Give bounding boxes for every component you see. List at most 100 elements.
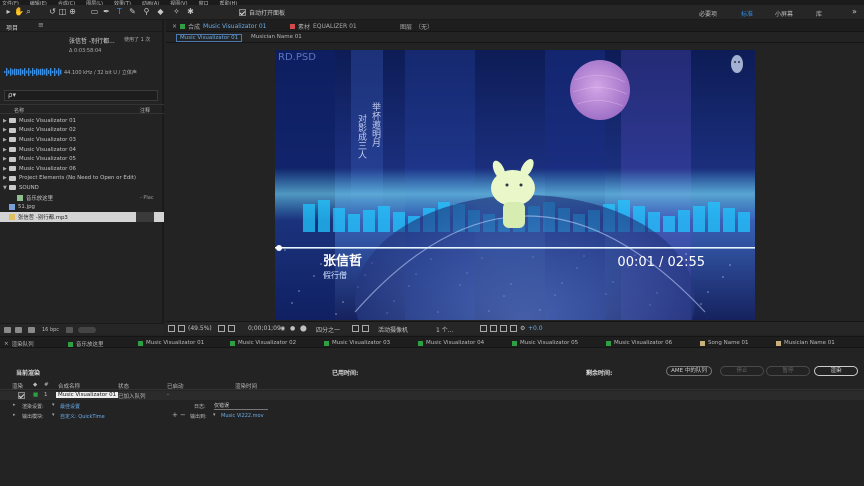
fast-previews-icon[interactable] xyxy=(490,325,497,332)
toggle-grid-icon[interactable] xyxy=(362,325,369,332)
clone-stamp-tool-icon[interactable]: ⚲ xyxy=(142,7,151,17)
col-status[interactable]: 状态 xyxy=(118,382,129,390)
project-search-input[interactable]: ρ▾ xyxy=(4,90,158,101)
project-item[interactable]: ▶ Music Visualizator 03 xyxy=(0,135,164,145)
ame-queue-button[interactable]: AME 中的队列 xyxy=(666,366,712,376)
rectangle-tool-icon[interactable]: ▭ xyxy=(90,7,99,17)
col-render[interactable]: 渲染 xyxy=(12,382,23,390)
panel-menu-icon[interactable]: ≡ xyxy=(38,21,44,29)
delete-icon[interactable] xyxy=(66,327,73,333)
composition-viewer[interactable]: 举杯邀明月 对影成三人 RD.PSD 张信哲 假行僧 00:01 / 02:55 xyxy=(275,50,755,320)
hand-tool-icon[interactable]: ✋ xyxy=(14,7,24,17)
camera-view-dropdown[interactable]: 活动摄像机 xyxy=(378,325,408,334)
project-item[interactable]: ▶ Music Visualizator 06 xyxy=(0,164,164,174)
render-item-label-color[interactable]: ■ xyxy=(33,392,38,398)
puppet-tool-icon[interactable]: ✱ xyxy=(186,7,195,17)
render-settings-value[interactable]: 最佳设置 xyxy=(60,403,80,410)
brush-tool-icon[interactable]: ✎ xyxy=(128,7,137,17)
view-layout-dropdown[interactable]: 1 个... xyxy=(436,325,453,334)
column-name-header[interactable]: 名称 xyxy=(14,107,24,114)
zoom-level[interactable]: (49.5%) xyxy=(188,325,212,332)
column-note-header[interactable]: 注释 xyxy=(140,107,150,114)
col-render-time[interactable]: 渲染时间 xyxy=(235,382,257,390)
render-button[interactable]: 渲染 xyxy=(814,366,858,376)
render-queue-item[interactable]: ■ 1 Music Visualizator 01 已加入队列 - xyxy=(0,391,864,400)
zoom-tool-icon[interactable]: ⌕ xyxy=(24,7,33,17)
col-index[interactable]: # xyxy=(44,382,49,388)
magnification-icon[interactable] xyxy=(178,325,185,332)
pan-behind-tool-icon[interactable]: ⊕ xyxy=(68,7,77,17)
render-tab-4[interactable]: Music Visualizator 03 xyxy=(324,340,390,346)
thumbnail-size-slider[interactable] xyxy=(78,327,96,333)
new-composition-icon[interactable] xyxy=(28,327,35,333)
current-timecode[interactable]: 0;00;01;09 xyxy=(248,325,281,332)
roto-brush-tool-icon[interactable]: ✧ xyxy=(172,7,181,17)
interpret-footage-icon[interactable] xyxy=(4,327,11,333)
toggle-pixel-aspect-icon[interactable] xyxy=(480,325,487,332)
resolution-dropdown[interactable]: 四分之一 xyxy=(316,325,340,334)
selection-tool-icon[interactable]: ▸ xyxy=(4,7,13,17)
project-item[interactable]: ▶ Project Elements (No Need to Open or Ed… xyxy=(0,174,164,184)
auto-open-panels-toggle[interactable]: 自动打开面板 xyxy=(239,8,285,17)
stop-button[interactable]: 停止 xyxy=(720,366,764,376)
project-item[interactable]: ▶ Music Visualizator 05 xyxy=(0,154,164,164)
render-item-checkbox[interactable] xyxy=(18,392,25,399)
workspace-small-screen[interactable]: 小屏幕 xyxy=(775,9,793,18)
project-item[interactable]: 张信哲 -别行都.mp3 xyxy=(0,211,164,222)
type-tool-icon[interactable]: T xyxy=(115,7,124,17)
pen-tool-icon[interactable]: ✒ xyxy=(102,7,111,17)
project-item[interactable]: ▶ Music Visualizator 01 xyxy=(0,116,164,126)
project-item[interactable]: ▶ Music Visualizator 04 xyxy=(0,145,164,155)
bit-depth-button[interactable]: 16 bpc xyxy=(42,327,59,333)
workspace-standard[interactable]: 标准 xyxy=(741,9,753,18)
workspace-essentials[interactable]: 必要项 xyxy=(699,9,717,18)
output-module-dropdown-icon[interactable]: ▾ xyxy=(52,412,55,418)
reset-exposure-icon[interactable]: ⚙ xyxy=(520,325,525,332)
transparency-grid-icon[interactable] xyxy=(218,325,225,332)
auto-open-checkbox[interactable] xyxy=(239,9,246,16)
viewer-tab-2[interactable]: 图层 （无） xyxy=(400,22,433,31)
subtab-music-visualizator-01[interactable]: Music Visualizator 01 xyxy=(176,34,243,42)
always-preview-icon[interactable] xyxy=(168,325,175,332)
render-settings-dropdown-icon[interactable]: ▾ xyxy=(52,402,55,408)
output-to-dropdown-icon[interactable]: ▾ xyxy=(213,412,216,418)
render-tab-1[interactable]: 音乐放这里 xyxy=(68,340,104,348)
color-channel-icon[interactable]: ⬤ xyxy=(300,325,307,332)
project-item[interactable]: ▼ SOUND xyxy=(0,183,164,193)
render-tab-0[interactable]: × 渲染队列 xyxy=(4,340,34,348)
close-tab-icon[interactable]: × xyxy=(172,23,177,30)
render-tab-5[interactable]: Music Visualizator 04 xyxy=(418,340,484,346)
render-settings-expander-icon[interactable]: ▸ xyxy=(13,402,16,408)
rotate-tool-icon[interactable]: ↺ xyxy=(48,7,57,17)
snapshot-icon[interactable]: ◉ xyxy=(280,325,285,332)
flowchart-icon[interactable] xyxy=(510,325,517,332)
add-output-module-icon[interactable]: + xyxy=(172,411,178,419)
render-tab-6[interactable]: Music Visualizator 05 xyxy=(512,340,578,346)
show-channel-icon[interactable]: ● xyxy=(290,325,295,332)
region-of-interest-icon[interactable] xyxy=(352,325,359,332)
col-label-icon[interactable]: ◆ xyxy=(33,382,37,388)
workspace-more-icon[interactable]: » xyxy=(850,7,859,17)
project-item[interactable]: ▶ Music Visualizator 02 xyxy=(0,126,164,136)
subtab-musician-name-01[interactable]: Musician Name 01 xyxy=(248,34,305,40)
viewer-tab-0[interactable]: × 合成 Music Visualizator 01 xyxy=(172,22,266,31)
render-tab-7[interactable]: Music Visualizator 06 xyxy=(606,340,672,346)
pause-button[interactable]: 暂停 xyxy=(766,366,810,376)
mask-visibility-icon[interactable] xyxy=(228,325,235,332)
new-folder-icon[interactable] xyxy=(15,327,22,333)
exposure-value[interactable]: +0.0 xyxy=(528,325,543,332)
render-item-comp-name[interactable]: Music Visualizator 01 xyxy=(56,392,119,398)
output-module-value[interactable]: 自定义: QuickTime xyxy=(60,413,105,420)
render-tab-9[interactable]: Musician Name 01 xyxy=(776,340,835,346)
render-tab-8[interactable]: Song Name 01 xyxy=(700,340,749,346)
render-tab-3[interactable]: Music Visualizator 02 xyxy=(230,340,296,346)
render-tab-2[interactable]: Music Visualizator 01 xyxy=(138,340,204,346)
project-item[interactable]: 51.jpg xyxy=(0,202,164,212)
log-dropdown[interactable]: 仅错误 xyxy=(214,402,268,410)
timeline-icon[interactable] xyxy=(500,325,507,332)
eraser-tool-icon[interactable]: ◆ xyxy=(156,7,165,17)
workspace-libraries[interactable]: 库 xyxy=(816,9,822,18)
camera-tool-icon[interactable]: ◫ xyxy=(58,7,67,17)
close-tab-icon[interactable]: × xyxy=(4,341,9,347)
project-item[interactable]: 音乐放这里 - Plac xyxy=(0,193,164,203)
